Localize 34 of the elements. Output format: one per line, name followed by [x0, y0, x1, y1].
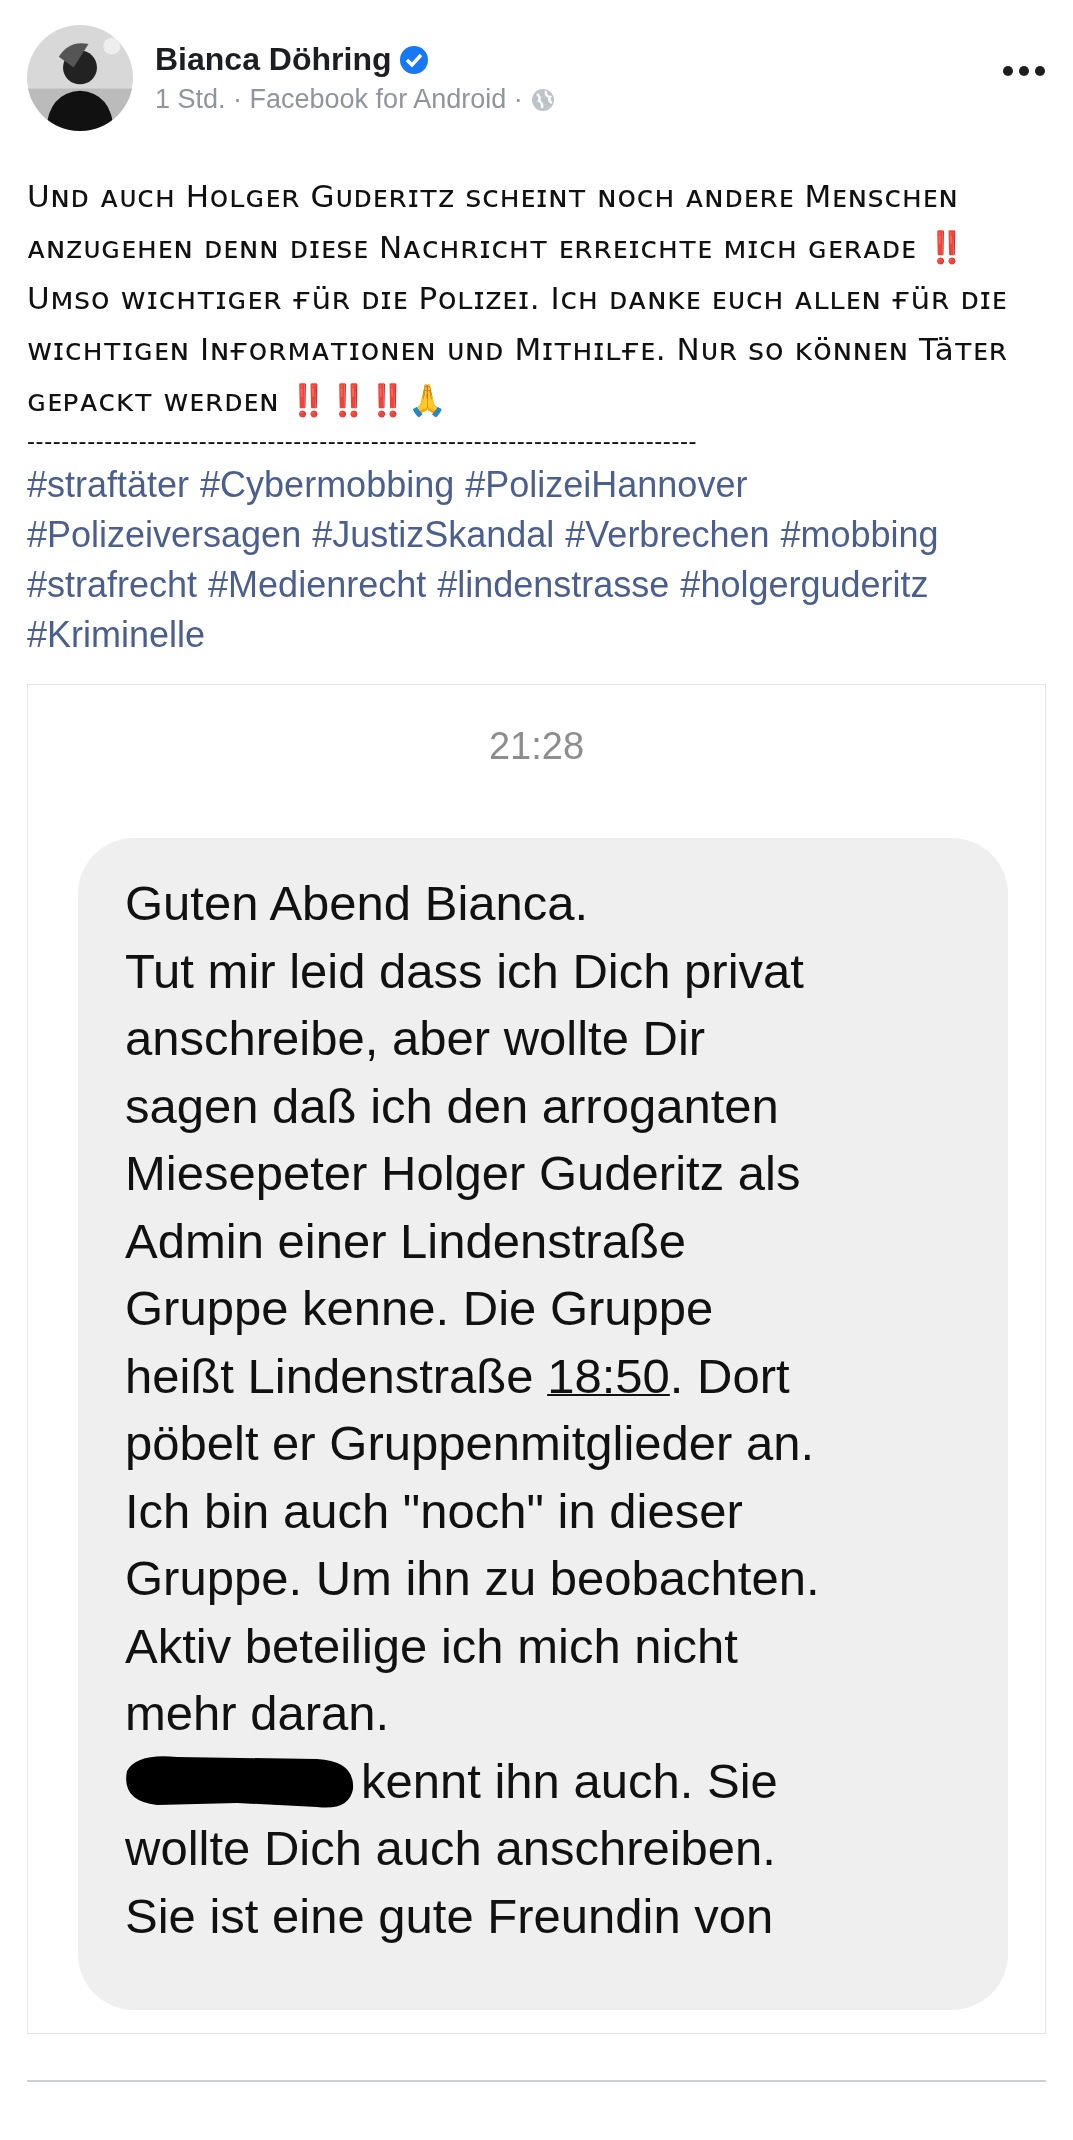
- message-line: Aktiv beteilige ich mich nicht: [125, 1617, 738, 1675]
- message-line: Guten Abend Bianca.: [125, 875, 589, 932]
- hashtag-link[interactable]: #straftäter: [27, 460, 190, 510]
- hashtag-link[interactable]: #strafrecht: [27, 560, 198, 610]
- message-line: heißt Lindenstraße 18:50. Dort: [125, 1347, 790, 1405]
- hashtag-link[interactable]: #Cybermobbing: [200, 460, 455, 510]
- message-line: wollte Dich auch anschreiben.: [125, 1820, 776, 1877]
- post-text: Uɴᴅ ᴀᴜᴄʜ Hᴏʟɢᴇʀ Gᴜᴅᴇʀɪᴛᴢ sᴄʜᴇɪɴᴛ ɴᴏᴄʜ ᴀɴᴅᴇʀᴇ Mᴇɴsᴄʜᴇɴ ᴀɴᴢᴜɢᴇʜᴇɴ ᴅᴇɴɴ ᴅɪᴇsᴇ Nᴀᴄʜʀɪᴄʜᴛ ᴇʀʀᴇɪᴄʜᴛᴇ ᴍɪᴄʜ ɢᴇʀᴀᴅᴇ ‼ Uᴍsᴏ ᴡɪᴄʜᴛɪɢᴇʀ ғüʀ ᴅɪᴇ Pᴏʟɪᴢᴇɪ. Iᴄʜ ᴅᴀɴᴋᴇ ᴇᴜᴄʜ ᴀʟʟᴇɴ ғüʀ ᴅɪᴇ ᴡɪᴄʜᴛɪɢᴇɴ Iɴғᴏʀᴍᴀᴛɪᴏɴᴇɴ ᴜɴᴅ Mɪᴛʜɪʟғᴇ. Nᴜʀ sᴏ ᴋöɴɴᴇɴ Täᴛᴇʀ ɢᴇᴘᴀᴄᴋᴛ ᴡᴇʀᴅᴇɴ ‼‼‼🙏: [27, 177, 1009, 420]
- message-line: Miesepeter Holger Guderitz als: [125, 1145, 801, 1202]
- hashtag-link[interactable]: #PolizeiHannover: [465, 460, 748, 510]
- post-meta: 1 Std. · Facebook for Android ·: [155, 84, 523, 115]
- hashtag-link[interactable]: #mobbing: [780, 510, 939, 560]
- hashtag-link[interactable]: #JustizSkandal: [312, 510, 555, 560]
- hashtag-link[interactable]: #Kriminelle: [27, 610, 206, 660]
- hashtag-link[interactable]: #holgerguderitz: [680, 560, 929, 610]
- message-line: anschreibe, aber wollte Dir: [125, 1010, 706, 1067]
- dashed-separator: ------------------------------------------------------------------------------: [27, 426, 699, 456]
- hashtag-link[interactable]: #Medienrecht: [208, 560, 427, 610]
- globe-icon: [530, 87, 555, 112]
- message-line: kennt ihn auch. Sie: [361, 1752, 778, 1810]
- message-line: Gruppe kenne. Die Gruppe: [125, 1280, 714, 1337]
- message-line: sagen daß ich den arroganten: [125, 1077, 779, 1135]
- message-line: Tut mir leid dass ich Dich privat: [125, 942, 804, 1000]
- message-line: pöbelt er Gruppenmitglieder an.: [125, 1415, 815, 1472]
- message-line: Sie ist eine gute Freundin von: [125, 1887, 774, 1945]
- message-line: mehr daran.: [125, 1685, 390, 1742]
- hashtag-link[interactable]: #lindenstrasse: [437, 560, 670, 610]
- message-line: Gruppe. Um ihn zu beobachten.: [125, 1550, 820, 1607]
- message-line: Ich bin auch "noch" in dieser: [125, 1482, 743, 1540]
- message-line: Admin einer Lindenstraße: [125, 1212, 687, 1270]
- message-time: 21:28: [488, 725, 585, 768]
- hashtag-link[interactable]: #Polizeiversagen: [27, 510, 302, 560]
- author-name[interactable]: Bianca Döhring: [155, 41, 392, 78]
- hashtag-link[interactable]: #Verbrechen: [565, 510, 770, 560]
